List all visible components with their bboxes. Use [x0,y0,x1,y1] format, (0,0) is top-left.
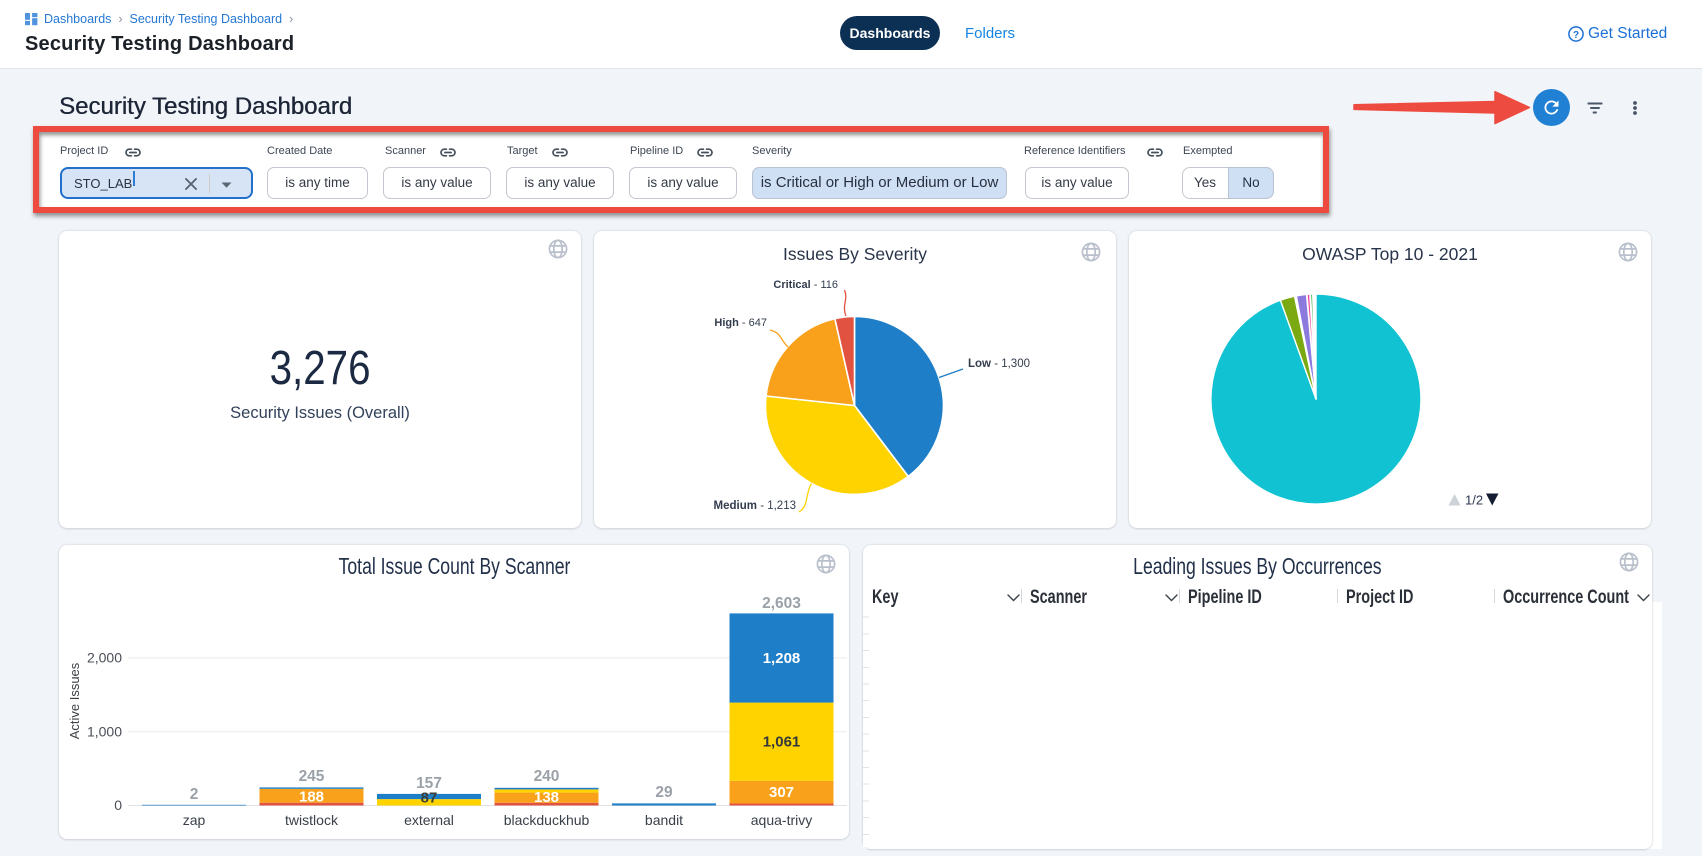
svg-text:245: 245 [299,768,325,785]
svg-text:Critical - 116: Critical - 116 [773,279,838,291]
svg-text:87: 87 [421,790,438,807]
svg-text:twistlock: twistlock [285,812,339,828]
svg-text:bandit: bandit [645,812,683,828]
svg-text:?: ? [1573,30,1579,41]
svg-text:High - 647: High - 647 [714,317,767,329]
svg-text:29: 29 [655,784,673,801]
svg-text:188: 188 [299,789,324,806]
svg-text:2: 2 [190,786,199,803]
svg-text:240: 240 [534,768,560,785]
svg-text:1,000: 1,000 [87,723,122,739]
svg-text:Active Issues: Active Issues [67,662,82,739]
svg-text:blackduckhub: blackduckhub [504,812,590,828]
svg-text:2,603: 2,603 [762,595,801,612]
svg-text:external: external [404,812,454,828]
svg-text:1/2: 1/2 [1465,493,1483,506]
svg-text:2,000: 2,000 [87,650,122,666]
svg-text:138: 138 [534,789,559,806]
svg-text:Medium - 1,213: Medium - 1,213 [714,500,796,512]
svg-text:0: 0 [114,797,122,813]
svg-text:zap: zap [183,812,206,828]
svg-text:307: 307 [769,784,794,801]
svg-text:1,208: 1,208 [763,650,801,667]
svg-text:Low - 1,300: Low - 1,300 [968,358,1030,370]
svg-text:aqua-trivy: aqua-trivy [751,812,812,828]
svg-text:157: 157 [416,775,442,792]
svg-text:1,061: 1,061 [763,734,801,751]
